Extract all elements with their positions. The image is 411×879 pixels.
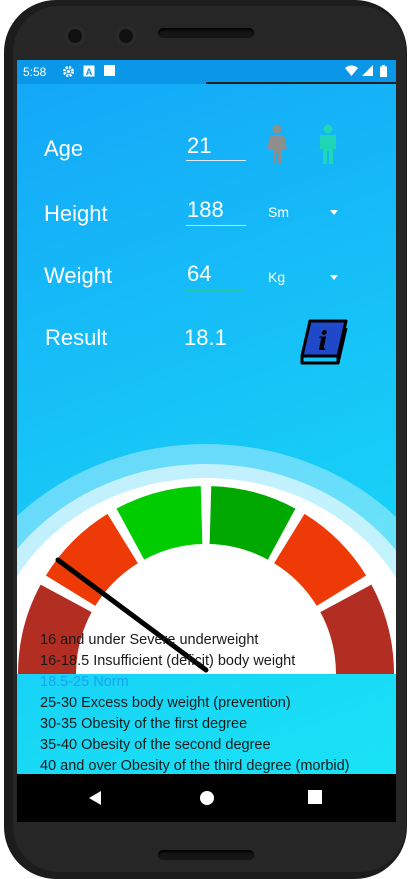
weight-unit-select[interactable]: Kg [268,269,285,285]
female-icon[interactable] [266,124,288,169]
home-icon[interactable] [199,790,215,811]
legend-item: 40 and over Obesity of the third degree … [40,758,350,774]
legend-item: 25-30 Excess body weight (prevention) [40,695,291,711]
male-icon[interactable] [318,124,338,169]
settings-icon [62,65,75,82]
weight-label: Weight [44,263,113,288]
result-label: Result [45,325,108,350]
height-input[interactable]: 188 [187,197,224,223]
recents-icon[interactable] [308,790,322,809]
bottom-speaker [158,850,254,860]
info-book-icon[interactable]: i [298,318,348,371]
result-value: 18.1 [184,325,227,350]
square-icon [104,65,115,80]
phone-frame: 5:58 A Age 21 Height 188 Sm Weight 64 Kg… [0,0,411,879]
svg-text:A: A [86,67,93,77]
status-bar: 5:58 A [17,60,396,84]
age-underline [186,160,246,161]
a-icon: A [83,65,95,81]
wifi-icon [345,65,358,80]
legend-item: 30-35 Obesity of the first degree [40,716,248,732]
height-underline [186,225,246,226]
legend-item-norm: 18.5-25 Norm [40,674,129,690]
top-speaker [158,28,254,38]
status-time: 5:58 [23,65,47,79]
age-input[interactable]: 21 [187,133,211,159]
age-label: Age [44,136,84,161]
chevron-down-icon[interactable] [330,210,338,215]
svg-text:i: i [318,327,328,357]
chevron-down-icon[interactable] [330,275,338,280]
screen: 5:58 A Age 21 Height 188 Sm Weight 64 Kg… [17,60,396,822]
weight-input[interactable]: 64 [187,261,211,287]
legend-item: 16 and under Severe underweight [40,632,259,648]
weight-underline [186,290,243,292]
battery-icon [380,65,387,81]
height-label: Height [44,201,108,226]
navigation-bar [17,774,396,822]
front-camera [64,25,86,47]
height-unit-select[interactable]: Sm [268,204,289,220]
back-icon[interactable] [88,790,102,811]
signal-icon [362,65,373,80]
legend-item: 35-40 Obesity of the second degree [40,737,271,753]
bmi-gauge [17,444,396,674]
front-sensor [115,25,137,47]
legend-item: 16-18.5 Insufficient (deficit) body weig… [40,653,296,669]
bmi-calculator: Age 21 Height 188 Sm Weight 64 Kg Result… [17,84,396,774]
